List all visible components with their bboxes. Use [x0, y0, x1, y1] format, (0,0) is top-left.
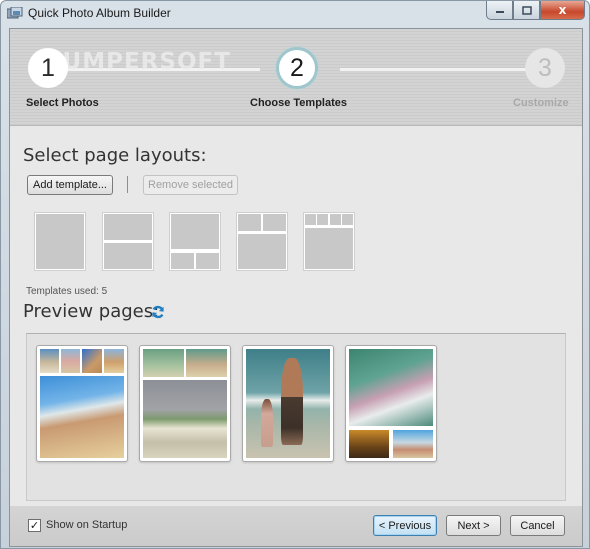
step-3-label: Customize — [513, 97, 569, 109]
photo-thumbnail — [82, 349, 103, 373]
checkmark-icon: ✓ — [29, 519, 40, 532]
maximize-icon — [521, 5, 532, 15]
photo-thumbnail — [103, 349, 124, 373]
photo-thumbnail — [185, 349, 227, 378]
photo-figure — [281, 357, 304, 445]
cancel-button[interactable]: Cancel — [510, 515, 565, 536]
window-controls: x — [486, 1, 585, 21]
layout-template-single[interactable] — [34, 212, 86, 271]
show-on-startup-checkbox[interactable]: ✓ — [28, 519, 41, 532]
step-2-label: Choose Templates — [250, 97, 347, 109]
close-icon: x — [558, 3, 567, 17]
select-layouts-heading: Select page layouts: — [23, 145, 207, 166]
photo-large — [143, 379, 227, 458]
photo-thumbnail — [349, 429, 390, 458]
layout-template-four-top-one-bottom[interactable] — [303, 212, 355, 271]
templates-used-count: Templates used: 5 — [26, 286, 108, 297]
show-on-startup-label[interactable]: Show on Startup — [46, 519, 127, 531]
preview-page-2[interactable] — [139, 345, 231, 462]
remove-selected-button[interactable]: Remove selected — [143, 175, 238, 195]
wizard-steps-header: BUMPERSOFT 1 Select Photos 2 Choose Temp… — [10, 29, 582, 126]
maximize-button[interactable] — [513, 1, 540, 20]
photo-thumbnail — [40, 349, 60, 373]
photo-thumbnail — [143, 349, 185, 378]
minimize-button[interactable] — [486, 1, 513, 20]
preview-pages-heading: Preview pages: — [23, 301, 160, 322]
preview-page-3[interactable] — [242, 345, 334, 462]
add-template-button[interactable]: Add template... — [27, 175, 113, 195]
photo-figure — [261, 399, 273, 448]
previous-button[interactable]: < Previous — [373, 515, 437, 536]
watermark-logo: BUMPERSOFT — [44, 49, 231, 75]
next-button[interactable]: Next > — [446, 515, 501, 536]
wizard-footer: ✓ Show on Startup < Previous Next > Canc… — [10, 506, 582, 546]
step-2-circle: 2 — [276, 47, 318, 89]
close-button[interactable]: x — [540, 1, 585, 20]
window-title: Quick Photo Album Builder — [28, 6, 171, 20]
layout-template-two-top-one-bottom[interactable] — [236, 212, 288, 271]
photo-large — [40, 376, 124, 458]
photo-large — [349, 349, 433, 427]
step-connector-2 — [340, 68, 528, 71]
preview-page-4[interactable] — [345, 345, 437, 462]
wizard-client-area: BUMPERSOFT 1 Select Photos 2 Choose Temp… — [9, 28, 583, 547]
step-1-circle: 1 — [28, 48, 68, 88]
layout-template-two-horizontal[interactable] — [102, 212, 154, 271]
title-bar[interactable]: Quick Photo Album Builder x — [1, 1, 589, 27]
step-1-label: Select Photos — [26, 97, 99, 109]
refresh-icon[interactable] — [151, 305, 165, 319]
preview-pages-area — [26, 333, 566, 501]
photo-thumbnail — [61, 349, 81, 373]
app-window: Quick Photo Album Builder x BUMPERSOFT 1… — [0, 0, 590, 549]
toolbar-separator — [127, 176, 128, 193]
minimize-icon — [495, 11, 504, 13]
app-icon — [7, 7, 23, 19]
preview-page-1[interactable] — [36, 345, 128, 462]
photo-thumbnail — [392, 429, 433, 458]
step-3-circle: 3 — [525, 48, 565, 88]
layout-template-one-top-two-bottom[interactable] — [169, 212, 221, 271]
